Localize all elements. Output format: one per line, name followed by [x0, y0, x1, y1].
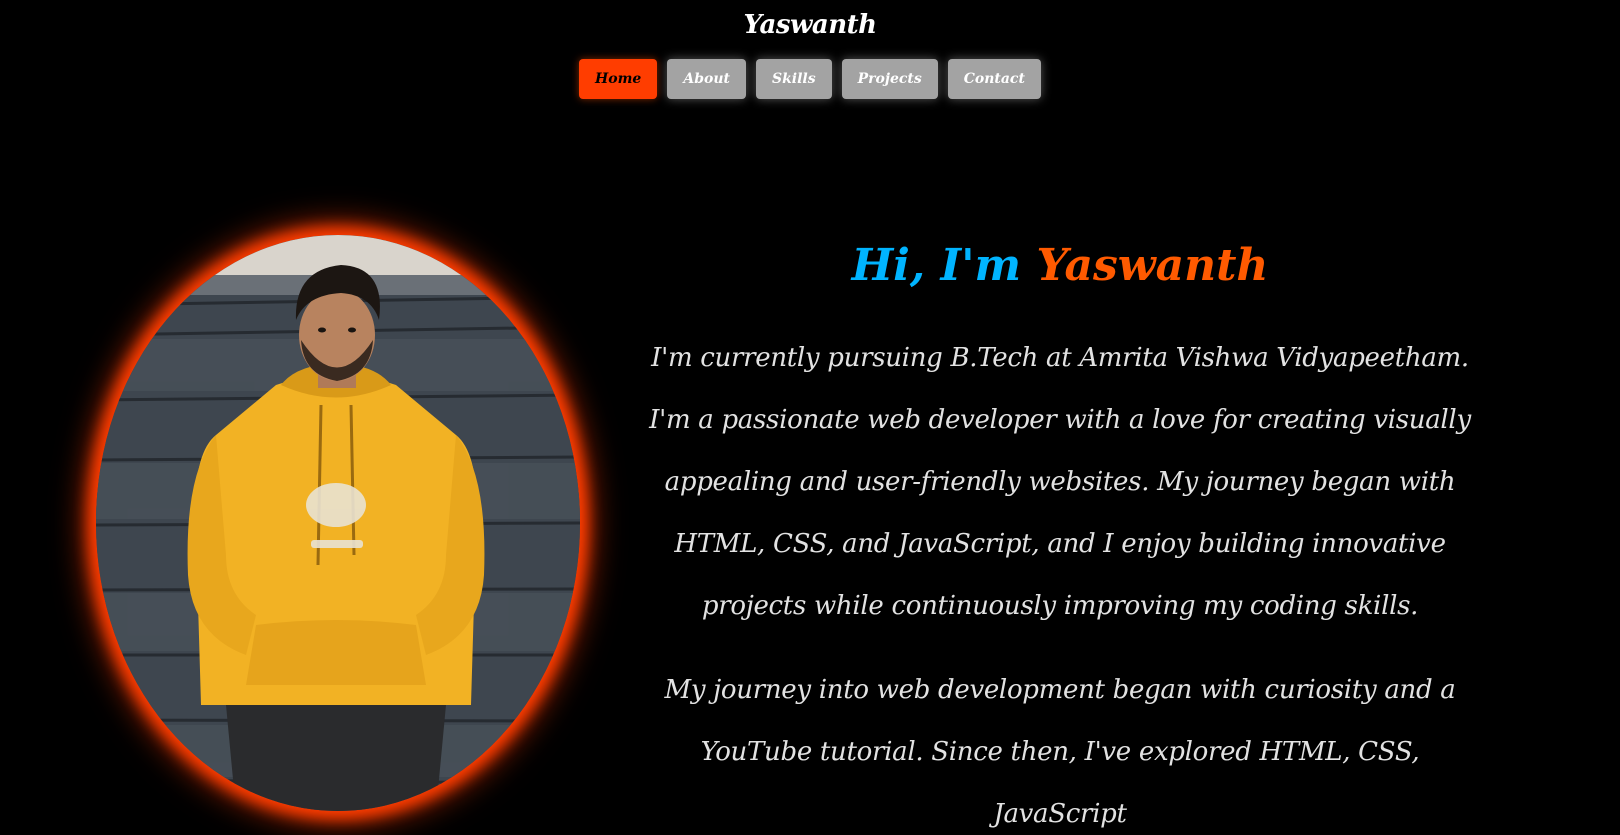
nav-projects-button[interactable]: Projects: [841, 59, 938, 99]
hero-journey-paragraph: My journey into web development began wi…: [664, 674, 1456, 829]
main-nav: Home About Skills Projects Contact: [0, 59, 1620, 99]
hero-name: Yaswanth: [1036, 240, 1269, 291]
nav-contact-button[interactable]: Contact: [947, 59, 1041, 99]
hero-intro-paragraph: I'm currently pursuing B.Tech at Amrita …: [649, 342, 1471, 621]
site-title: Yaswanth: [743, 10, 877, 40]
nav-about-button[interactable]: About: [667, 59, 746, 99]
hero-section: Hi, I'm Yaswanth I'm currently pursuing …: [630, 240, 1490, 835]
hero-title: Hi, I'm Yaswanth: [630, 240, 1490, 293]
profile-photo: [96, 235, 580, 811]
profile-photo-illustration: [96, 235, 580, 811]
nav-home-button[interactable]: Home: [579, 59, 658, 99]
portfolio-page: Yaswanth Home About Skills Projects Cont…: [0, 0, 1620, 835]
hero-greeting: Hi, I'm: [851, 240, 1022, 291]
nav-skills-button[interactable]: Skills: [755, 59, 832, 99]
